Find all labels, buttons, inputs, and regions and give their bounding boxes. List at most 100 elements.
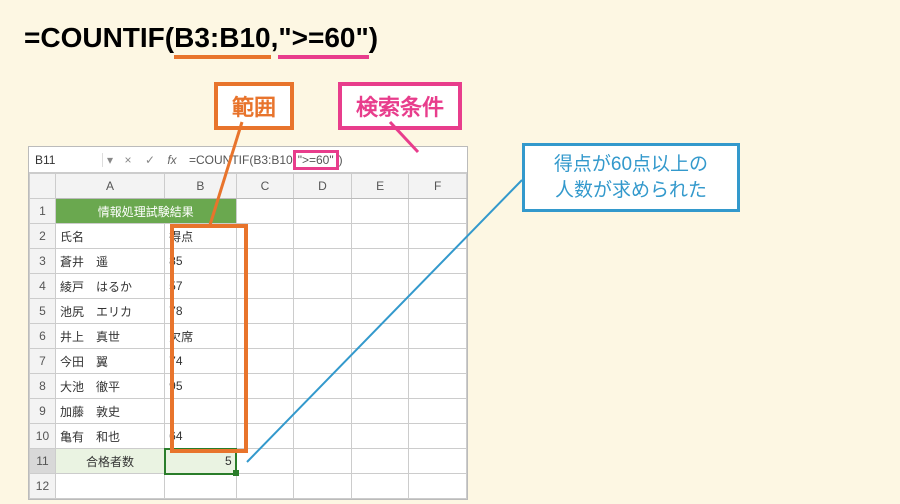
cell[interactable]	[236, 349, 294, 374]
cell[interactable]	[294, 424, 352, 449]
cell[interactable]	[236, 449, 294, 474]
cell[interactable]	[294, 449, 352, 474]
cell-score[interactable]: 欠席	[165, 324, 236, 349]
cell[interactable]	[409, 324, 467, 349]
grid[interactable]: A B C D E F 1 情報処理試験結果 2 氏名 得点 3蒼井 遥85 4…	[29, 173, 467, 499]
cell[interactable]	[351, 249, 409, 274]
cell[interactable]	[409, 449, 467, 474]
table-title[interactable]: 情報処理試験結果	[55, 199, 236, 224]
cell[interactable]	[55, 474, 164, 499]
cell-score[interactable]: 64	[165, 424, 236, 449]
cell[interactable]	[236, 424, 294, 449]
cell[interactable]	[236, 249, 294, 274]
cell-score[interactable]: 95	[165, 374, 236, 399]
cell-name[interactable]: 井上 真世	[55, 324, 164, 349]
cell[interactable]	[351, 199, 409, 224]
cell[interactable]	[351, 424, 409, 449]
cell-name[interactable]: 池尻 エリカ	[55, 299, 164, 324]
cell[interactable]	[236, 399, 294, 424]
formula-bar-input[interactable]: =COUNTIF(B3:B10">=60")	[183, 153, 467, 167]
name-box-dropdown-icon[interactable]: ▾	[103, 153, 117, 167]
cell[interactable]	[294, 249, 352, 274]
cell-score[interactable]: 85	[165, 249, 236, 274]
cell[interactable]	[236, 324, 294, 349]
row-header[interactable]: 6	[30, 324, 56, 349]
col-header[interactable]: B	[165, 174, 236, 199]
header-score[interactable]: 得点	[165, 224, 236, 249]
cell-score[interactable]: 74	[165, 349, 236, 374]
cell[interactable]	[351, 349, 409, 374]
cell[interactable]	[409, 424, 467, 449]
cell[interactable]	[409, 474, 467, 499]
cell[interactable]	[351, 474, 409, 499]
cell[interactable]	[294, 474, 352, 499]
formula-prefix: =COUNTIF(	[24, 22, 174, 53]
cell[interactable]	[294, 324, 352, 349]
cell-name[interactable]: 綾戸 はるか	[55, 274, 164, 299]
col-header[interactable]: C	[236, 174, 294, 199]
cell[interactable]	[409, 399, 467, 424]
row-header[interactable]: 4	[30, 274, 56, 299]
col-header[interactable]: F	[409, 174, 467, 199]
cell[interactable]	[351, 449, 409, 474]
cell[interactable]	[294, 349, 352, 374]
cell[interactable]	[351, 374, 409, 399]
cell[interactable]	[294, 274, 352, 299]
row-header[interactable]: 10	[30, 424, 56, 449]
header-name[interactable]: 氏名	[55, 224, 164, 249]
row-header[interactable]: 9	[30, 399, 56, 424]
cell[interactable]	[351, 299, 409, 324]
cell[interactable]	[294, 374, 352, 399]
row-header[interactable]: 11	[30, 449, 56, 474]
cell-name[interactable]: 亀有 和也	[55, 424, 164, 449]
cell[interactable]	[236, 474, 294, 499]
cell-score[interactable]	[165, 399, 236, 424]
cell[interactable]	[409, 199, 467, 224]
cell[interactable]	[165, 474, 236, 499]
cell[interactable]	[236, 224, 294, 249]
cell[interactable]	[236, 274, 294, 299]
cell[interactable]	[351, 399, 409, 424]
col-header[interactable]: A	[55, 174, 164, 199]
row-header[interactable]: 5	[30, 299, 56, 324]
row-header[interactable]: 8	[30, 374, 56, 399]
cell-score[interactable]: 57	[165, 274, 236, 299]
result-cell[interactable]: 5	[165, 449, 236, 474]
table-row: 2 氏名 得点	[30, 224, 467, 249]
spreadsheet: B11 ▾ × ✓ fx =COUNTIF(B3:B10">=60") A B …	[28, 146, 468, 500]
cell[interactable]	[409, 224, 467, 249]
select-all-corner[interactable]	[30, 174, 56, 199]
cell[interactable]	[351, 324, 409, 349]
cell-name[interactable]: 大池 徹平	[55, 374, 164, 399]
cell[interactable]	[294, 224, 352, 249]
row-header[interactable]: 7	[30, 349, 56, 374]
cell-score[interactable]: 78	[165, 299, 236, 324]
row-header[interactable]: 3	[30, 249, 56, 274]
name-box[interactable]: B11	[29, 153, 103, 167]
cell[interactable]	[294, 199, 352, 224]
footer-label[interactable]: 合格者数	[55, 449, 164, 474]
cell[interactable]	[236, 199, 294, 224]
accept-formula-icon[interactable]: ✓	[139, 153, 161, 167]
row-header[interactable]: 12	[30, 474, 56, 499]
cell[interactable]	[236, 374, 294, 399]
cell[interactable]	[351, 274, 409, 299]
row-header[interactable]: 2	[30, 224, 56, 249]
col-header[interactable]: E	[351, 174, 409, 199]
cell[interactable]	[409, 274, 467, 299]
cell[interactable]	[294, 399, 352, 424]
cell[interactable]	[409, 374, 467, 399]
cell[interactable]	[409, 299, 467, 324]
cancel-formula-icon[interactable]: ×	[117, 153, 139, 167]
cell[interactable]	[409, 349, 467, 374]
cell[interactable]	[409, 249, 467, 274]
fx-icon[interactable]: fx	[161, 153, 183, 167]
cell-name[interactable]: 今田 翼	[55, 349, 164, 374]
cell[interactable]	[294, 299, 352, 324]
cell-name[interactable]: 蒼井 遥	[55, 249, 164, 274]
cell[interactable]	[236, 299, 294, 324]
row-header[interactable]: 1	[30, 199, 56, 224]
cell[interactable]	[351, 224, 409, 249]
col-header[interactable]: D	[294, 174, 352, 199]
cell-name[interactable]: 加藤 敦史	[55, 399, 164, 424]
